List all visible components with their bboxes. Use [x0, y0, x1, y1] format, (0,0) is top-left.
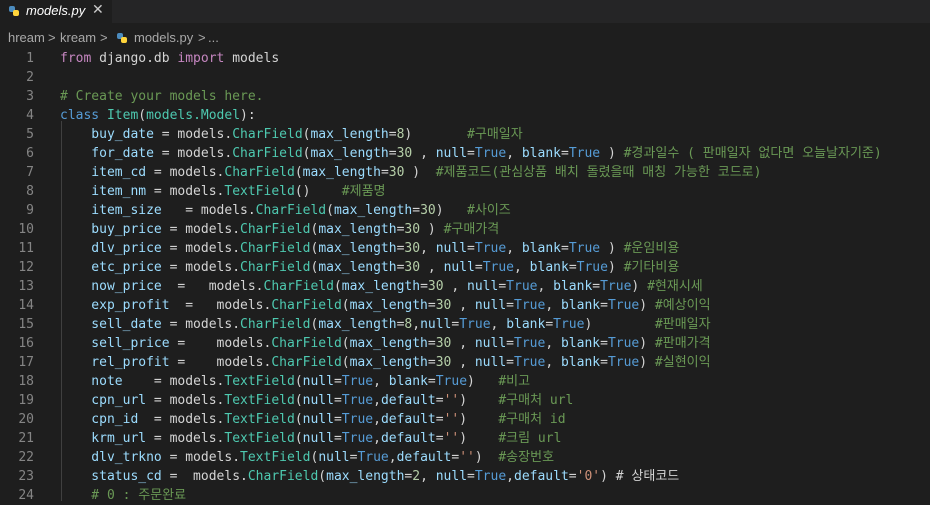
line-number: 12	[18, 260, 34, 275]
tab-label: models.py	[26, 3, 86, 18]
code-line[interactable]: 16 sell_price = models.CharField(max_len…	[0, 334, 930, 353]
code-text: exp_profit = models.CharField(max_length…	[60, 298, 711, 313]
code-text: now_price = models.CharField(max_length=…	[60, 279, 703, 294]
code-text: sell_price = models.CharField(max_length…	[60, 336, 711, 351]
code-line[interactable]: 8 item_nm = models.TextField() #제품명	[0, 182, 930, 201]
line-number: 14	[18, 298, 34, 313]
code-line[interactable]: 14 exp_profit = models.CharField(max_len…	[0, 296, 930, 315]
code-text: sell_date = models.CharField(max_length=…	[60, 317, 711, 332]
code-text: # Create your models here.	[60, 89, 264, 104]
code-text: krm_url = models.TextField(null=True,def…	[60, 431, 562, 446]
code-line[interactable]: 9 item_size = models.CharField(max_lengt…	[0, 201, 930, 220]
tab-models-py[interactable]: models.py ✕	[0, 0, 112, 23]
code-text: item_size = models.CharField(max_length=…	[60, 203, 511, 218]
code-line[interactable]: 17 rel_profit = models.CharField(max_len…	[0, 353, 930, 372]
code-line[interactable]: 3 # Create your models here.	[0, 87, 930, 106]
code-editor[interactable]: 1 from django.db import models 2 3 # Create …	[0, 49, 930, 503]
line-number: 11	[18, 241, 34, 256]
code-text: class Item(models.Model):	[60, 108, 256, 123]
code-line[interactable]: 1 from django.db import models	[0, 49, 930, 68]
chevron-right-icon: >	[48, 30, 56, 45]
line-number: 23	[18, 469, 34, 484]
code-line[interactable]: 11 dlv_price = models.CharField(max_leng…	[0, 239, 930, 258]
line-number: 2	[26, 70, 34, 85]
line-number: 21	[18, 431, 34, 446]
line-number: 16	[18, 336, 34, 351]
code-line[interactable]: 24 # 0 : 주문완료	[0, 486, 930, 505]
line-number: 17	[18, 355, 34, 370]
code-text: from django.db import models	[60, 51, 280, 66]
code-line[interactable]: 4 class Item(models.Model):	[0, 106, 930, 125]
code-line[interactable]: 12 etc_price = models.CharField(max_leng…	[0, 258, 930, 277]
python-icon	[117, 33, 127, 43]
line-number: 10	[18, 222, 34, 237]
code-line[interactable]: 5 buy_date = models.CharField(max_length…	[0, 125, 930, 144]
code-text: buy_price = models.CharField(max_length=…	[60, 222, 500, 237]
code-text: note = models.TextField(null=True, blank…	[60, 374, 531, 389]
code-text: status_cd = models.CharField(max_length=…	[60, 469, 680, 484]
line-number: 3	[26, 89, 34, 104]
python-icon	[9, 6, 19, 16]
code-text: # 0 : 주문완료	[60, 488, 187, 503]
line-number: 20	[18, 412, 34, 427]
code-line[interactable]: 22 dlv_trkno = models.TextField(null=Tru…	[0, 448, 930, 467]
code-line[interactable]: 15 sell_date = models.CharField(max_leng…	[0, 315, 930, 334]
breadcrumb-models-py[interactable]: models.py	[134, 30, 193, 45]
line-number: 18	[18, 374, 34, 389]
code-line[interactable]: 7 item_cd = models.CharField(max_length=…	[0, 163, 930, 182]
line-number: 6	[26, 146, 34, 161]
code-line[interactable]: 10 buy_price = models.CharField(max_leng…	[0, 220, 930, 239]
breadcrumb: hream > kream > models.py > ...	[0, 27, 930, 49]
close-icon[interactable]: ✕	[92, 2, 104, 18]
code-text: item_nm = models.TextField() #제품명	[60, 184, 386, 199]
breadcrumb-ellipsis[interactable]: ...	[208, 30, 219, 45]
line-number: 5	[26, 127, 34, 142]
code-text: for_date = models.CharField(max_length=3…	[60, 146, 882, 161]
line-number: 13	[18, 279, 34, 294]
line-number: 24	[18, 488, 34, 503]
code-text: dlv_price = models.CharField(max_length=…	[60, 241, 680, 256]
line-number: 8	[26, 184, 34, 199]
code-text: dlv_trkno = models.TextField(null=True,d…	[60, 450, 555, 465]
code-line[interactable]: 20 cpn_id = models.TextField(null=True,d…	[0, 410, 930, 429]
chevron-right-icon: >	[100, 30, 108, 45]
code-text: etc_price = models.CharField(max_length=…	[60, 260, 680, 275]
line-number: 15	[18, 317, 34, 332]
line-number: 1	[26, 51, 34, 66]
code-text: cpn_id = models.TextField(null=True,defa…	[60, 412, 566, 427]
code-line[interactable]: 2	[0, 68, 930, 87]
code-text: buy_date = models.CharField(max_length=8…	[60, 127, 523, 142]
code-line[interactable]: 13 now_price = models.CharField(max_leng…	[0, 277, 930, 296]
code-line[interactable]: 19 cpn_url = models.TextField(null=True,…	[0, 391, 930, 410]
code-line[interactable]: 23 status_cd = models.CharField(max_leng…	[0, 467, 930, 486]
breadcrumb-kream[interactable]: kream	[60, 30, 96, 45]
line-number: 4	[26, 108, 34, 123]
code-line[interactable]: 21 krm_url = models.TextField(null=True,…	[0, 429, 930, 448]
line-number: 19	[18, 393, 34, 408]
line-number: 22	[18, 450, 34, 465]
code-text: cpn_url = models.TextField(null=True,def…	[60, 393, 574, 408]
code-line[interactable]: 6 for_date = models.CharField(max_length…	[0, 144, 930, 163]
line-number: 7	[26, 165, 34, 180]
tab-bar: models.py ✕	[0, 0, 930, 23]
line-number: 9	[26, 203, 34, 218]
breadcrumb-hream[interactable]: hream	[8, 30, 45, 45]
code-text: rel_profit = models.CharField(max_length…	[60, 355, 711, 370]
code-text: item_cd = models.CharField(max_length=30…	[60, 165, 762, 180]
chevron-right-icon: >	[198, 30, 206, 45]
code-line[interactable]: 18 note = models.TextField(null=True, bl…	[0, 372, 930, 391]
